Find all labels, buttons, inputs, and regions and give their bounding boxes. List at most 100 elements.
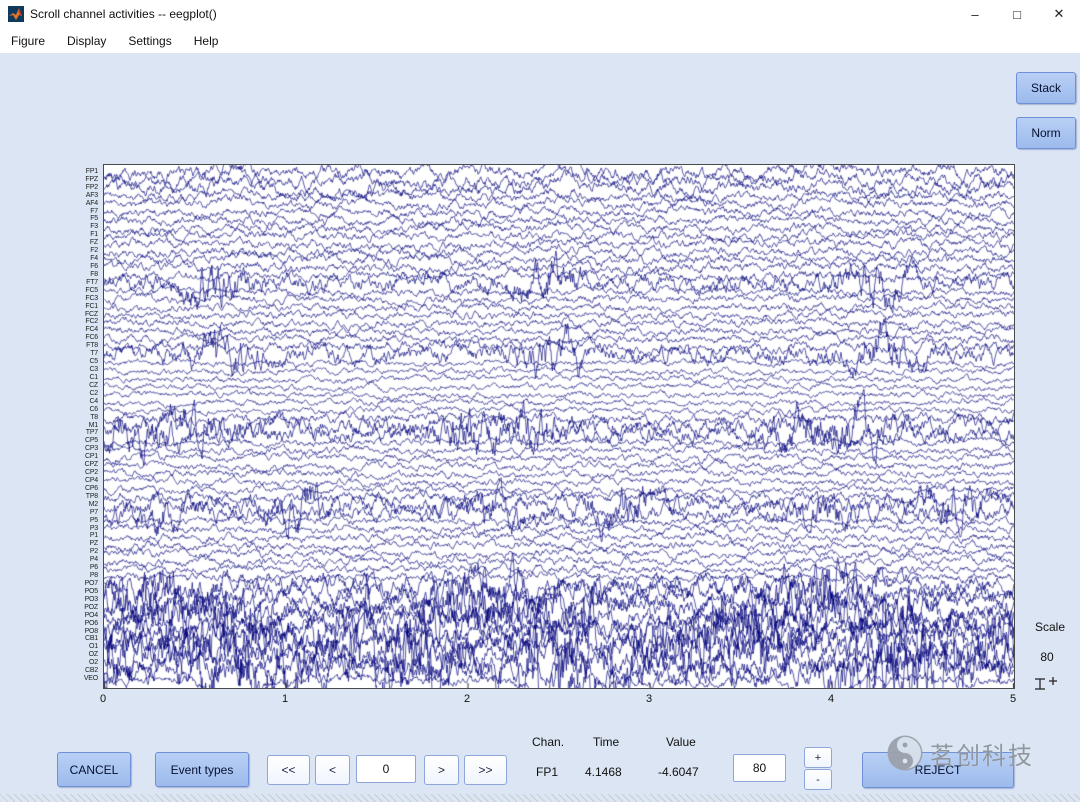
channel-label: CB1 xyxy=(52,635,98,643)
x-axis-ticks: 012345 xyxy=(103,693,1015,707)
channel-label: PO7 xyxy=(52,580,98,588)
eeg-plot-box xyxy=(103,164,1015,689)
channel-label: CP2 xyxy=(52,469,98,477)
time-value: 4.1468 xyxy=(585,765,622,779)
channel-label: C4 xyxy=(52,398,98,406)
channel-label: P7 xyxy=(52,509,98,517)
spacing-increase-button[interactable]: + xyxy=(804,747,832,768)
channel-label: M2 xyxy=(52,501,98,509)
channel-label: F7 xyxy=(52,208,98,216)
minimize-button[interactable]: – xyxy=(954,0,996,28)
channel-label: FC4 xyxy=(52,326,98,334)
x-tick-label: 5 xyxy=(1002,693,1024,705)
channel-label: O2 xyxy=(52,659,98,667)
event-types-button[interactable]: Event types xyxy=(155,752,249,787)
channel-label: FC5 xyxy=(52,287,98,295)
channel-label: T8 xyxy=(52,414,98,422)
x-tick-label: 2 xyxy=(456,693,478,705)
channel-label: P8 xyxy=(52,572,98,580)
channel-label: P1 xyxy=(52,532,98,540)
channel-label: P4 xyxy=(52,556,98,564)
channel-label: CZ xyxy=(52,382,98,390)
channel-label: PZ xyxy=(52,540,98,548)
x-tick-label: 4 xyxy=(820,693,842,705)
menu-figure[interactable]: Figure xyxy=(0,28,56,53)
channel-label: AF4 xyxy=(52,200,98,208)
channel-label: CP1 xyxy=(52,453,98,461)
channel-label: FT8 xyxy=(52,342,98,350)
channel-label: C5 xyxy=(52,358,98,366)
norm-button[interactable]: Norm xyxy=(1016,117,1076,149)
channel-label: CB2 xyxy=(52,667,98,675)
channel-label: P6 xyxy=(52,564,98,572)
channel-label: T7 xyxy=(52,350,98,358)
channel-label: PO5 xyxy=(52,588,98,596)
channel-label: FCZ xyxy=(52,311,98,319)
rewind-button[interactable]: < xyxy=(315,755,350,785)
channel-label-column: FP1FPZFP2AF3AF4F7F5F3F1FZF2F4F6F8FT7FC5F… xyxy=(52,164,100,689)
chan-label: Chan. xyxy=(532,735,564,749)
channel-label: FC6 xyxy=(52,334,98,342)
channel-label: TP7 xyxy=(52,429,98,437)
channel-label: PO6 xyxy=(52,620,98,628)
menu-settings[interactable]: Settings xyxy=(117,28,182,53)
channel-label: F3 xyxy=(52,223,98,231)
value-label: Value xyxy=(666,735,696,749)
channel-label: CP5 xyxy=(52,437,98,445)
channel-label: P2 xyxy=(52,548,98,556)
channel-label: O1 xyxy=(52,643,98,651)
title-bar: Scroll channel activities -- eegplot() –… xyxy=(0,0,1080,29)
channel-label: C2 xyxy=(52,390,98,398)
rewind-fast-button[interactable]: << xyxy=(267,755,310,785)
spacing-decrease-button[interactable]: - xyxy=(804,769,832,790)
channel-label: F6 xyxy=(52,263,98,271)
channel-label: M1 xyxy=(52,422,98,430)
channel-label: OZ xyxy=(52,651,98,659)
position-input[interactable] xyxy=(356,755,416,783)
channel-label: FPZ xyxy=(52,176,98,184)
channel-label: P3 xyxy=(52,525,98,533)
scale-value: 80 xyxy=(1022,650,1072,664)
eeg-plot-canvas[interactable] xyxy=(104,165,1014,688)
channel-label: C3 xyxy=(52,366,98,374)
channel-label: F8 xyxy=(52,271,98,279)
stack-button[interactable]: Stack xyxy=(1016,72,1076,104)
close-button[interactable]: ✕ xyxy=(1038,0,1080,28)
cancel-button[interactable]: CANCEL xyxy=(57,752,131,787)
chan-value: FP1 xyxy=(536,765,558,779)
channel-label: AF3 xyxy=(52,192,98,200)
channel-label: TP8 xyxy=(52,493,98,501)
forward-button[interactable]: > xyxy=(424,755,459,785)
scale-ibeam-icon xyxy=(1032,676,1062,692)
channel-label: CP6 xyxy=(52,485,98,493)
x-tick-label: 1 xyxy=(274,693,296,705)
x-tick-label: 3 xyxy=(638,693,660,705)
channel-label: CP4 xyxy=(52,477,98,485)
channel-label: FC2 xyxy=(52,318,98,326)
reject-button[interactable]: REJECT xyxy=(862,752,1014,788)
channel-label: CPZ xyxy=(52,461,98,469)
channel-label: CP3 xyxy=(52,445,98,453)
time-label: Time xyxy=(593,735,619,749)
value-value: -4.6047 xyxy=(658,765,699,779)
channel-label: F1 xyxy=(52,231,98,239)
spacing-input[interactable] xyxy=(733,754,786,782)
bottom-hatch-strip xyxy=(0,794,1080,802)
channel-label: FT7 xyxy=(52,279,98,287)
scale-label: Scale xyxy=(1022,620,1078,634)
channel-label: FP2 xyxy=(52,184,98,192)
x-tick-label: 0 xyxy=(92,693,114,705)
channel-label: C1 xyxy=(52,374,98,382)
channel-label: FC1 xyxy=(52,303,98,311)
menu-help[interactable]: Help xyxy=(183,28,230,53)
channel-label: FC3 xyxy=(52,295,98,303)
menu-display[interactable]: Display xyxy=(56,28,117,53)
channel-label: F2 xyxy=(52,247,98,255)
maximize-button[interactable]: □ xyxy=(996,0,1038,28)
channel-label: FP1 xyxy=(52,168,98,176)
forward-fast-button[interactable]: >> xyxy=(464,755,507,785)
channel-label: F4 xyxy=(52,255,98,263)
channel-label: FZ xyxy=(52,239,98,247)
channel-label: PO3 xyxy=(52,596,98,604)
channel-label: F5 xyxy=(52,215,98,223)
